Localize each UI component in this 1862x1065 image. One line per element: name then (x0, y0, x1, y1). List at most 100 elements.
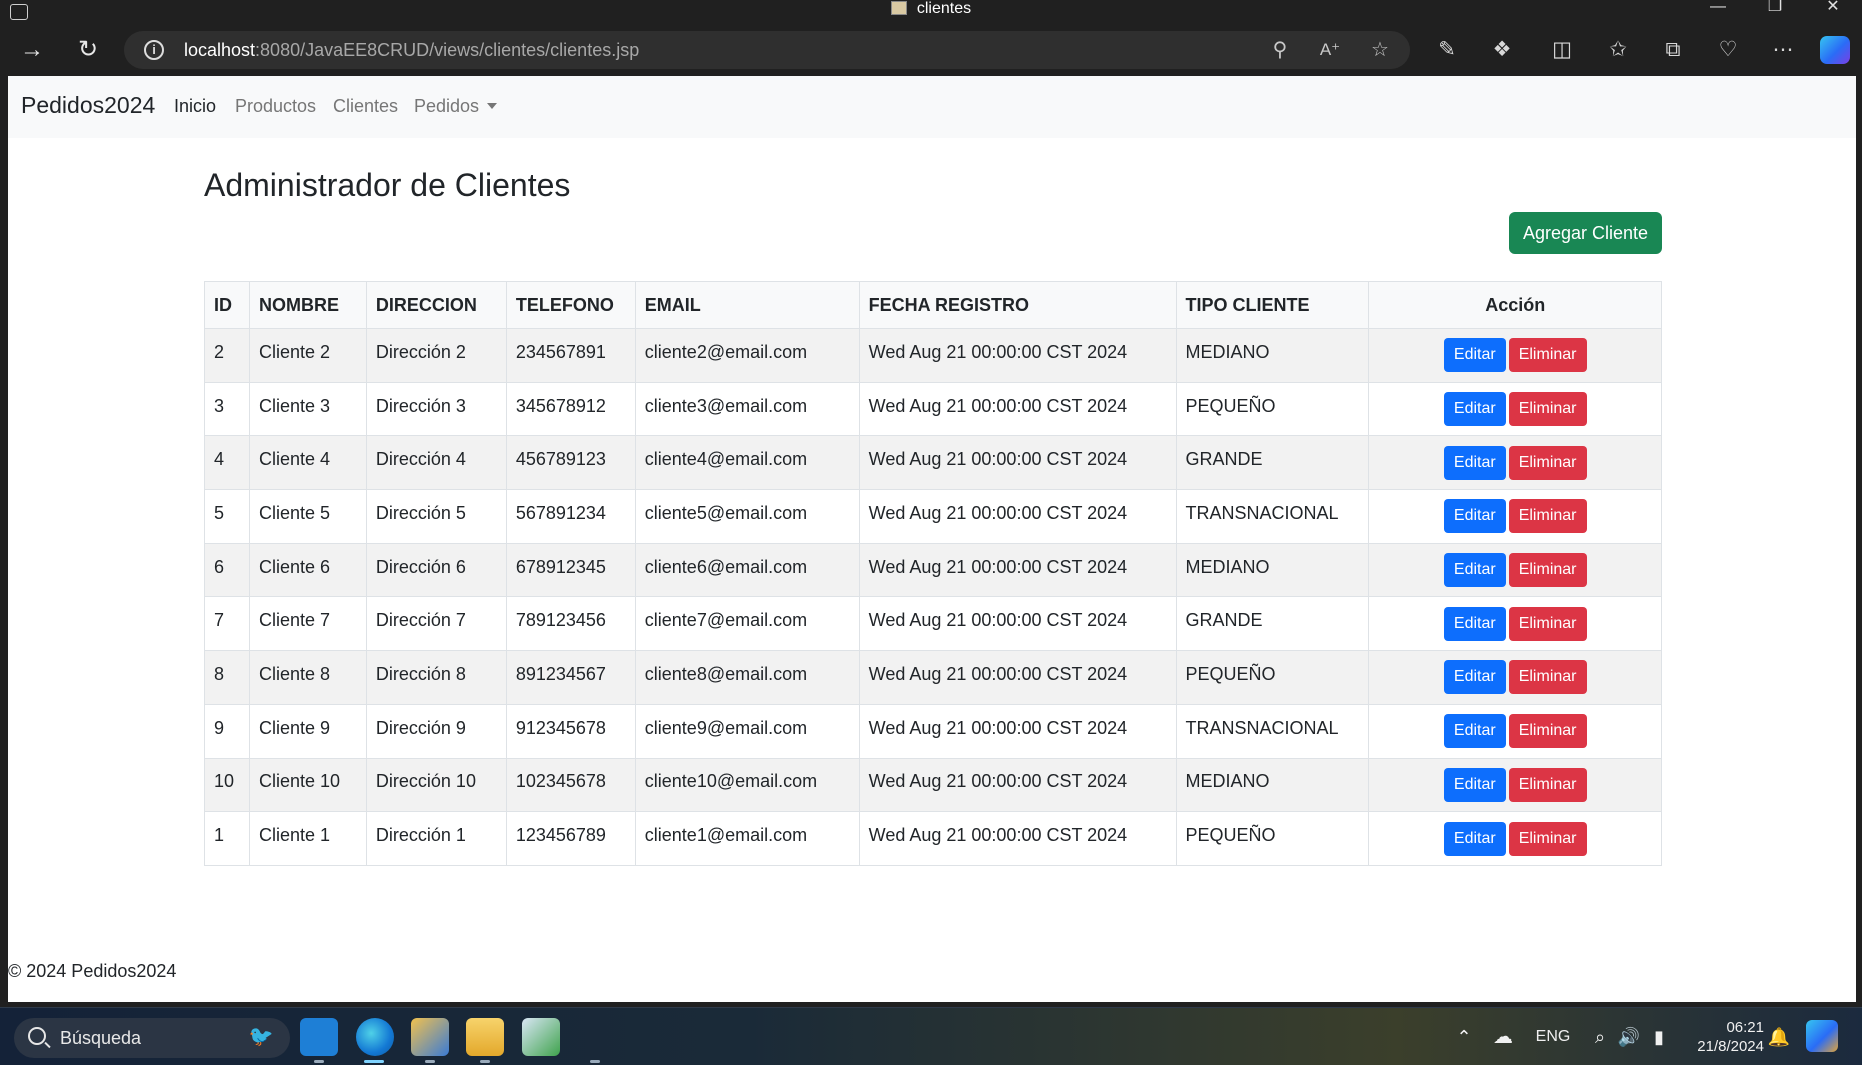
pen-icon[interactable]: ✎ (1432, 35, 1462, 65)
address-bar[interactable]: i localhost:8080/JavaEE8CRUD/views/clien… (124, 31, 1410, 69)
edge-icon[interactable] (356, 1018, 394, 1056)
address-url[interactable]: localhost:8080/JavaEE8CRUD/views/cliente… (184, 31, 639, 69)
edit-button[interactable]: Editar (1443, 445, 1506, 480)
cell-id: 10 (204, 757, 250, 813)
nav-dropdown-pedidos[interactable]: Pedidos (414, 96, 498, 117)
cell-telefono: 456789123 (505, 435, 636, 491)
cell-fecha-registro: Wed Aug 21 00:00:00 CST 2024 (858, 435, 1177, 491)
close-icon[interactable]: ✕ (1810, 0, 1856, 26)
restore-icon[interactable]: ❐ (1752, 0, 1798, 26)
extensions-icon[interactable]: ❖ (1487, 35, 1517, 65)
copilot-taskbar-icon[interactable] (1806, 1020, 1838, 1052)
nav-link-clientes[interactable]: Clientes (333, 96, 398, 117)
edit-button[interactable]: Editar (1443, 767, 1506, 802)
delete-button[interactable]: Eliminar (1508, 392, 1587, 427)
delete-button[interactable]: Eliminar (1508, 338, 1587, 373)
language-indicator[interactable]: ENG (1530, 1008, 1576, 1065)
read-aloud-icon[interactable]: A⁺ (1316, 36, 1344, 64)
delete-button[interactable]: Eliminar (1508, 553, 1587, 588)
taskbar-clock[interactable]: 06:21 21/8/2024 (1684, 1018, 1764, 1056)
edit-button[interactable]: Editar (1443, 499, 1506, 534)
app-running-indicator (590, 1060, 600, 1063)
edge-active-indicator (364, 1060, 384, 1063)
cell-fecha-registro: Wed Aug 21 00:00:00 CST 2024 (858, 381, 1177, 437)
delete-button[interactable]: Eliminar (1508, 714, 1587, 749)
clock-date: 21/8/2024 (1697, 1038, 1764, 1055)
column-header-id: ID (204, 281, 250, 329)
cell-id: 3 (204, 381, 250, 437)
zoom-icon[interactable]: ⚲ (1266, 36, 1294, 64)
delete-button[interactable]: Eliminar (1508, 821, 1587, 856)
edit-button[interactable]: Editar (1443, 338, 1506, 373)
forward-icon[interactable]: → (16, 34, 48, 66)
edit-button[interactable]: Editar (1443, 392, 1506, 427)
more-options-icon[interactable]: ⋯ (1768, 35, 1798, 65)
cell-tipo-cliente: PEQUEÑO (1175, 381, 1370, 437)
favorites-icon[interactable]: ✩ (1603, 35, 1633, 65)
cell-fecha-registro: Wed Aug 21 00:00:00 CST 2024 (858, 811, 1177, 866)
cell-id: 8 (204, 650, 250, 705)
file-explorer-icon[interactable] (466, 1018, 504, 1056)
taskbar-search[interactable]: Búsqueda 🐦 (14, 1018, 290, 1058)
table-body: 2 Cliente 2 Dirección 2 234567891 cliente2@e… (204, 328, 1662, 866)
cell-telefono: 234567891 (505, 328, 636, 383)
delete-button[interactable]: Eliminar (1508, 606, 1587, 641)
show-hidden-icons-icon[interactable]: ⌃ (1452, 1008, 1476, 1065)
cell-email: cliente2@email.com (634, 328, 860, 383)
onedrive-cloud-icon[interactable]: ☁ (1488, 1008, 1518, 1065)
wifi-icon[interactable]: ⌕ (1586, 1008, 1614, 1065)
window-title: clientes (0, 0, 1862, 26)
delete-button[interactable]: Eliminar (1508, 499, 1587, 534)
favorite-star-icon[interactable]: ☆ (1366, 36, 1394, 64)
volume-icon[interactable]: 🔊 (1616, 1008, 1642, 1065)
page-title: Administrador de Clientes (204, 167, 571, 203)
edit-button[interactable]: Editar (1443, 606, 1506, 641)
windows-taskbar: Búsqueda 🐦 ⌃ ☁ ENG ⌕ 🔊 ▮ 06:21 21/8/2024… (0, 1007, 1862, 1065)
table-row: 9 Cliente 9 Dirección 9 912345678 cliente9@e… (204, 703, 1662, 759)
browser-essentials-icon[interactable]: ♡ (1713, 35, 1743, 65)
minimize-icon[interactable]: — (1695, 0, 1741, 26)
battery-icon[interactable]: ▮ (1644, 1008, 1674, 1065)
cell-nombre: Cliente 1 (248, 811, 367, 866)
edit-button[interactable]: Editar (1443, 553, 1506, 588)
task-manager-icon[interactable] (522, 1018, 560, 1056)
add-client-button[interactable]: Agregar Cliente (1509, 212, 1662, 254)
cell-id: 2 (204, 328, 250, 383)
cell-direccion: Dirección 7 (365, 596, 507, 652)
site-info-icon[interactable]: i (144, 40, 164, 60)
cell-nombre: Cliente 9 (248, 703, 367, 759)
notifications-bell-icon[interactable]: 🔔 (1766, 1008, 1792, 1065)
page-viewport: Pedidos2024 Inicio Productos Clientes Pe… (8, 76, 1856, 1002)
cell-fecha-registro: Wed Aug 21 00:00:00 CST 2024 (858, 542, 1177, 598)
nav-link-inicio[interactable]: Inicio (174, 96, 216, 117)
edit-button[interactable]: Editar (1443, 821, 1506, 856)
page-footer: © 2024 Pedidos2024 (8, 961, 177, 981)
copilot-icon[interactable] (1820, 36, 1850, 64)
vscode-icon[interactable] (300, 1018, 338, 1056)
cell-direccion: Dirección 10 (365, 757, 507, 813)
cell-telefono: 102345678 (505, 757, 636, 813)
cell-actions: Editar Eliminar (1368, 542, 1662, 598)
cell-email: cliente9@email.com (634, 703, 860, 759)
cell-nombre: Cliente 6 (248, 542, 367, 598)
cell-nombre: Cliente 4 (248, 435, 367, 491)
cell-id: 1 (204, 811, 250, 866)
navbar-brand[interactable]: Pedidos2024 (21, 92, 155, 119)
edit-button[interactable]: Editar (1443, 714, 1506, 749)
netbeans-icon[interactable] (411, 1018, 449, 1056)
cell-actions: Editar Eliminar (1368, 328, 1662, 383)
cell-nombre: Cliente 2 (248, 328, 367, 383)
split-screen-icon[interactable]: ◫ (1547, 35, 1577, 65)
table-row: 8 Cliente 8 Dirección 8 891234567 cliente8@e… (204, 650, 1662, 705)
edit-button[interactable]: Editar (1443, 660, 1506, 695)
column-header-telefono: TELEFONO (505, 281, 636, 329)
cell-tipo-cliente: MEDIANO (1175, 328, 1370, 383)
delete-button[interactable]: Eliminar (1508, 660, 1587, 695)
collections-icon[interactable]: ⧉ (1658, 35, 1688, 65)
delete-button[interactable]: Eliminar (1508, 445, 1587, 480)
cell-tipo-cliente: MEDIANO (1175, 542, 1370, 598)
delete-button[interactable]: Eliminar (1508, 767, 1587, 802)
nav-link-productos[interactable]: Productos (235, 96, 316, 117)
refresh-icon[interactable]: ↻ (72, 34, 104, 66)
cell-tipo-cliente: MEDIANO (1175, 757, 1370, 813)
